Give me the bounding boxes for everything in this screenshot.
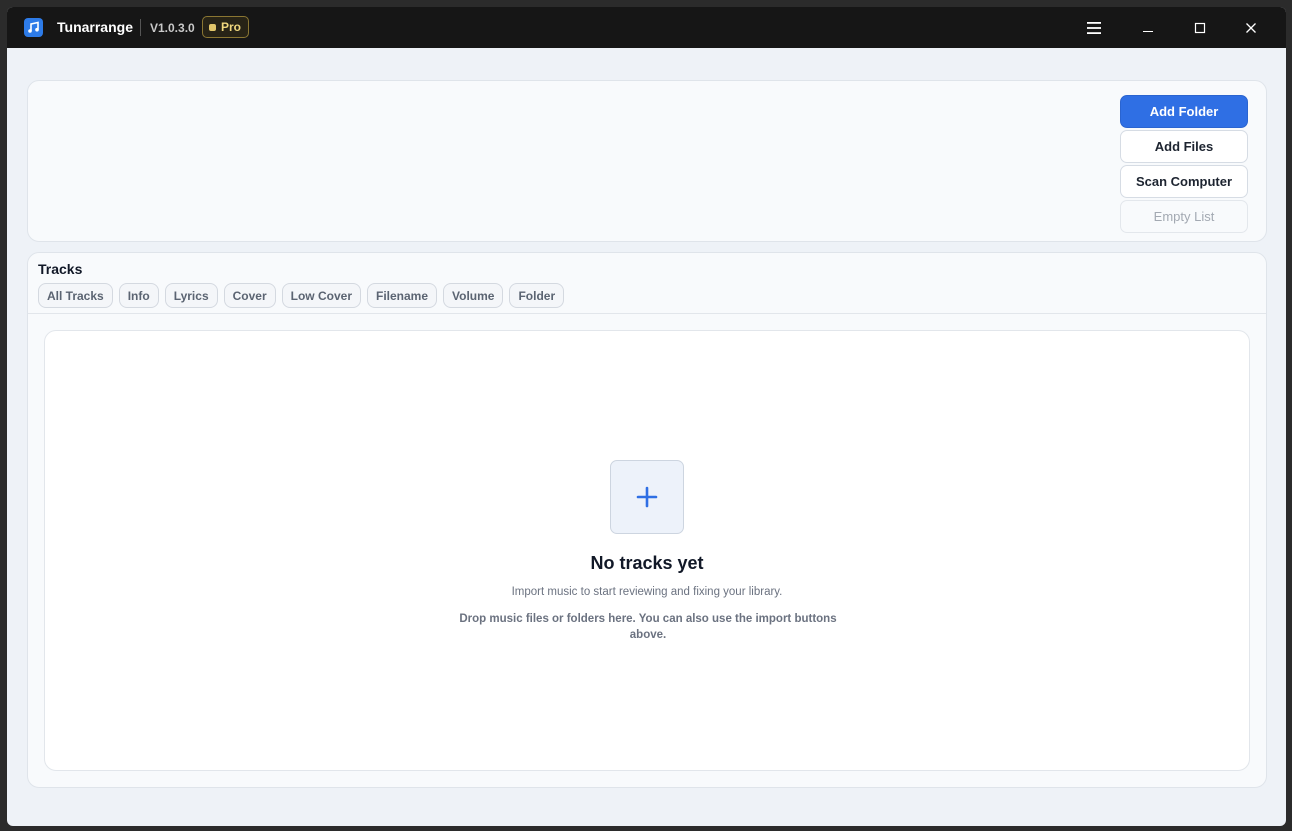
pro-badge: Pro [202, 16, 250, 38]
close-button[interactable] [1228, 7, 1274, 48]
hamburger-menu-icon [1087, 21, 1101, 34]
filter-chip-all-tracks[interactable]: All Tracks [38, 283, 113, 308]
add-folder-button[interactable]: Add Folder [1120, 95, 1248, 128]
add-files-button[interactable]: Add Files [1120, 130, 1248, 163]
app-version: V1.0.3.0 [150, 21, 195, 35]
minimize-icon [1143, 30, 1153, 32]
empty-state-hint: Drop music files or folders here. You ca… [459, 613, 837, 641]
music-app-icon [24, 18, 43, 37]
import-panel: Add Folder Add Files Scan Computer Empty… [27, 80, 1267, 242]
minimize-button[interactable] [1125, 7, 1171, 48]
close-icon [1246, 22, 1256, 33]
empty-state-title: No tracks yet [590, 553, 704, 573]
tracks-divider [28, 313, 1266, 314]
filter-chip-info[interactable]: Info [118, 283, 159, 308]
maximize-icon [1194, 22, 1206, 33]
pro-badge-label: Pro [221, 20, 242, 34]
menu-button[interactable] [1071, 7, 1117, 48]
track-filters: All Tracks Info Lyrics Cover Low Cover F… [38, 283, 565, 308]
tracks-panel: Tracks All Tracks Info Lyrics Cover Low … [27, 252, 1267, 788]
filter-chip-folder[interactable]: Folder [509, 283, 565, 308]
empty-list-button[interactable]: Empty List [1120, 200, 1248, 233]
track-drop-zone[interactable]: No tracks yet Import music to start revi… [44, 330, 1250, 771]
plus-icon [636, 486, 658, 508]
filter-chip-cover[interactable]: Cover [223, 283, 276, 308]
app-window: Tunarrange V1.0.3.0 Pro Add Folder Add F… [7, 7, 1286, 826]
scan-computer-button[interactable]: Scan Computer [1120, 165, 1248, 198]
tracks-title: Tracks [38, 261, 83, 277]
add-tracks-button[interactable] [610, 460, 684, 534]
app-name: Tunarrange [57, 19, 133, 35]
title-divider [140, 19, 141, 36]
title-bar: Tunarrange V1.0.3.0 Pro [7, 7, 1286, 48]
pro-dot-icon [209, 23, 216, 31]
empty-state-subtitle: Import music to start reviewing and fixi… [511, 586, 783, 598]
maximize-button[interactable] [1177, 7, 1223, 48]
filter-chip-lyrics[interactable]: Lyrics [164, 283, 218, 308]
filter-chip-filename[interactable]: Filename [366, 283, 438, 308]
filter-chip-volume[interactable]: Volume [443, 283, 504, 308]
filter-chip-low-cover[interactable]: Low Cover [281, 283, 361, 308]
